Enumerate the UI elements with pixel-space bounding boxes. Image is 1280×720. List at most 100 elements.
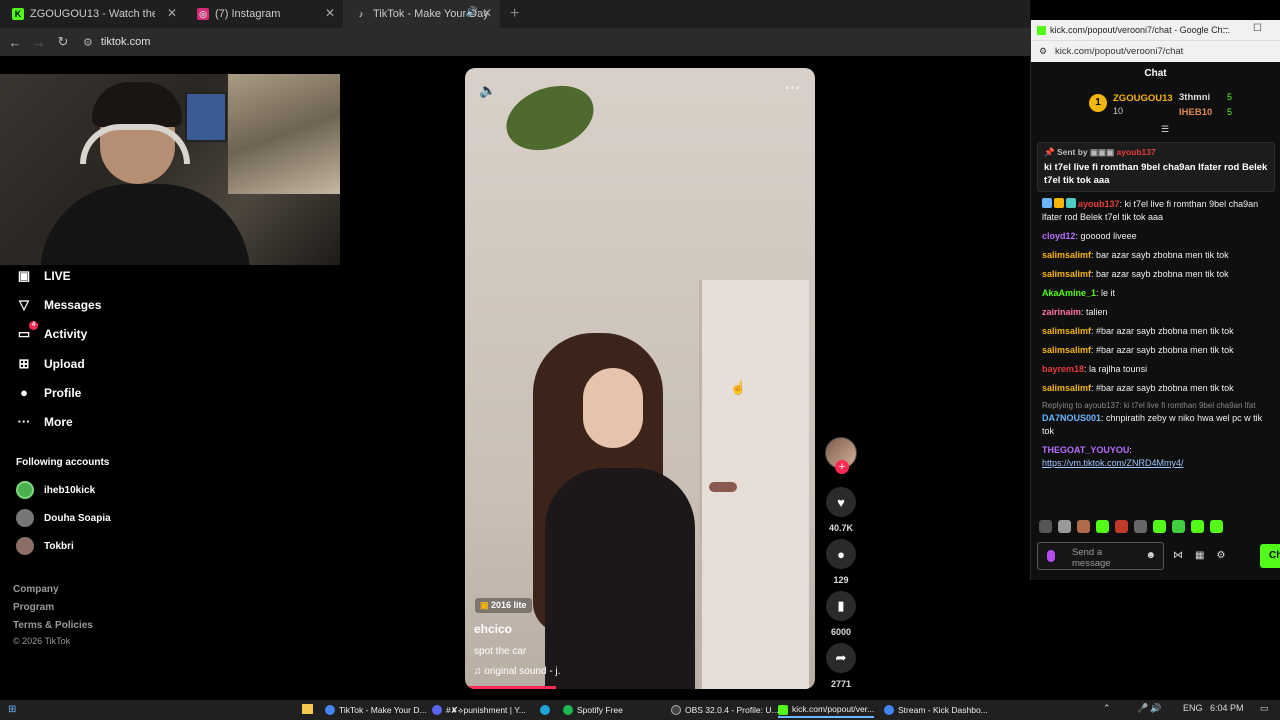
chat-username[interactable]: salimsalimf — [1042, 345, 1091, 355]
more-options-icon[interactable]: ··· — [785, 80, 801, 98]
chat-link[interactable]: https://vm.tiktok.com/ZNRD4Mmy4/ — [1042, 458, 1184, 468]
volume-icon[interactable]: 🔈 — [479, 82, 496, 99]
back-icon[interactable]: ← — [3, 35, 27, 50]
creator-avatar[interactable]: + — [825, 437, 857, 474]
leader-third-name[interactable]: IHEB10 — [1179, 107, 1212, 118]
chat-url: kick.com/popout/verooni7/chat — [1055, 46, 1184, 57]
chat-username[interactable]: salimsalimf — [1042, 326, 1091, 336]
leader-first-name[interactable]: ZGOUGOU13 — [1113, 93, 1173, 104]
sidebar-item-upload[interactable]: ⊞ Upload — [16, 356, 85, 372]
taskbar-item[interactable]: kick.com/popout/ver... — [778, 702, 875, 718]
chat-username[interactable]: DA7NOUS001 — [1042, 413, 1101, 423]
emoji-icon[interactable]: ☻ — [1145, 550, 1156, 561]
chat-send-button[interactable]: Ch — [1260, 544, 1280, 568]
close-tab-icon[interactable]: ✕ — [325, 6, 335, 20]
emote-icon[interactable] — [1172, 520, 1185, 533]
store-icon[interactable]: ▦ — [1195, 550, 1204, 561]
emote-icon[interactable] — [1210, 520, 1223, 533]
emote-icon[interactable] — [1191, 520, 1204, 533]
emote-icon[interactable] — [1039, 520, 1052, 533]
share-button[interactable]: ➦ 2771 — [826, 643, 856, 689]
chat-username[interactable]: salimsalimf — [1042, 250, 1091, 260]
settings-icon[interactable]: ⚙ — [1216, 550, 1225, 561]
sidebar-item-profile[interactable]: ● Profile — [16, 385, 81, 401]
windows-start-icon[interactable]: ⊞ — [8, 704, 16, 715]
sidebar-item-label: Profile — [44, 386, 82, 400]
site-info-icon[interactable]: ⚙ — [83, 36, 93, 49]
close-tab-icon[interactable]: ✕ — [167, 6, 177, 20]
tab-tiktok[interactable]: ♪ TikTok - Make Your Day 🔊 ✕ — [343, 0, 500, 28]
emote-icon[interactable] — [1096, 520, 1109, 533]
comment-button[interactable]: ● 129 — [826, 539, 856, 585]
site-info-icon: ⚙ — [1039, 46, 1048, 56]
taskbar-item[interactable]: #✘⟡punishment | Y... — [432, 702, 526, 718]
chat-username[interactable]: THEGOAT_YOUYOU — [1042, 445, 1129, 455]
chat-username[interactable]: AkaAmine_1 — [1042, 288, 1096, 298]
edge-icon[interactable] — [540, 705, 550, 715]
chat-username[interactable]: salimsalimf — [1042, 269, 1091, 279]
video-sound[interactable]: ♫ original sound - j. — [474, 666, 560, 677]
emote-icon[interactable] — [1115, 520, 1128, 533]
file-explorer-icon[interactable] — [302, 704, 313, 714]
clock[interactable]: 6:04 PM — [1210, 703, 1244, 713]
language-indicator[interactable]: ENG — [1183, 703, 1203, 713]
microphone-icon[interactable]: 🎤 — [1137, 703, 1148, 714]
tab-instagram[interactable]: ◎ (7) Instagram ✕ — [185, 0, 343, 28]
chat-username[interactable]: bayrem18 — [1042, 364, 1084, 374]
chat-username[interactable]: salimsalimf — [1042, 383, 1091, 393]
like-button[interactable]: ♥ 40.7K — [826, 487, 856, 533]
video-progress-bar[interactable] — [465, 686, 556, 689]
leader-second-name[interactable]: 3thmni — [1179, 92, 1210, 103]
plant-leaves — [497, 74, 603, 162]
footer-link[interactable]: Program — [13, 602, 54, 613]
emote-icon[interactable] — [1077, 520, 1090, 533]
avatar — [16, 537, 34, 555]
reply-context[interactable]: Replying to ayoub137: ki t7el live fi ro… — [1042, 401, 1272, 410]
taskbar-item[interactable]: OBS 32.0.4 - Profile: U... — [671, 702, 779, 718]
video-player[interactable]: 🔈 ··· ▣ 2016 lite ehcico spot the car ♫ … — [465, 68, 815, 689]
tray-chevron-icon[interactable]: ⌃ — [1103, 703, 1111, 714]
chat-username[interactable]: cloyd12 — [1042, 231, 1076, 241]
forward-icon[interactable]: → — [27, 35, 51, 50]
chat-username[interactable]: ayoub137 — [1078, 199, 1120, 209]
microphone-icon[interactable] — [1047, 550, 1055, 562]
tab-kick-vod[interactable]: K ZGOUGOU13 - Watch the VOD ✕ — [0, 0, 185, 28]
following-account[interactable]: iheb10kick — [16, 481, 95, 499]
url-field[interactable]: tiktok.com — [101, 36, 151, 48]
taskbar-label: TikTok - Make Your D... — [339, 705, 427, 715]
pinned-user[interactable]: ayoub137 — [1117, 147, 1156, 157]
notifications-icon[interactable]: ▭ — [1260, 703, 1269, 714]
footer-link[interactable]: Terms & Policies — [13, 620, 93, 631]
share-link-icon[interactable]: ⋈ — [1173, 550, 1183, 561]
sidebar-item-more[interactable]: ··· More — [16, 414, 73, 430]
following-account[interactable]: Tokbri — [16, 537, 74, 555]
emote-icon[interactable] — [1134, 520, 1147, 533]
video-author[interactable]: ehcico — [474, 622, 512, 636]
badge-icon — [1042, 198, 1052, 208]
footer-link[interactable]: Company — [13, 584, 59, 595]
audio-playing-icon[interactable]: 🔊 — [466, 7, 478, 18]
taskbar-item[interactable]: Spotify Free — [563, 702, 623, 718]
badge-icons: ▣▣▣ — [1090, 147, 1117, 157]
emote-icon[interactable] — [1058, 520, 1071, 533]
filter-icon[interactable]: ☰ — [1161, 124, 1169, 135]
bookmark-button[interactable]: ▮ 6000 — [826, 591, 856, 637]
volume-icon[interactable]: 🔊 — [1150, 703, 1161, 714]
video-tag[interactable]: ▣ 2016 lite — [475, 598, 532, 613]
chat-username[interactable]: zairinaim — [1042, 307, 1081, 317]
reload-icon[interactable]: ↻ — [51, 34, 75, 50]
follow-plus-icon[interactable]: + — [835, 460, 849, 474]
sidebar-item-activity[interactable]: ▭ 4 Activity — [16, 321, 87, 342]
following-account[interactable]: Douha Soapia — [16, 509, 111, 527]
minimize-icon[interactable]: – — [1223, 23, 1229, 34]
taskbar-item[interactable]: TikTok - Make Your D... — [325, 702, 427, 718]
chat-url-bar[interactable]: ⚙ kick.com/popout/verooni7/chat — [1031, 40, 1280, 62]
message-input[interactable]: Send a message ☻ — [1037, 542, 1164, 570]
new-tab-button[interactable]: + — [510, 5, 519, 23]
emote-icon[interactable] — [1153, 520, 1166, 533]
maximize-icon[interactable]: ☐ — [1253, 23, 1262, 34]
taskbar-item[interactable]: Stream - Kick Dashbo... — [884, 702, 988, 718]
sidebar-item-messages[interactable]: ▽ Messages — [16, 297, 101, 313]
sidebar-item-live[interactable]: ▣ LIVE — [16, 268, 71, 284]
close-tab-icon[interactable]: ✕ — [482, 6, 492, 20]
